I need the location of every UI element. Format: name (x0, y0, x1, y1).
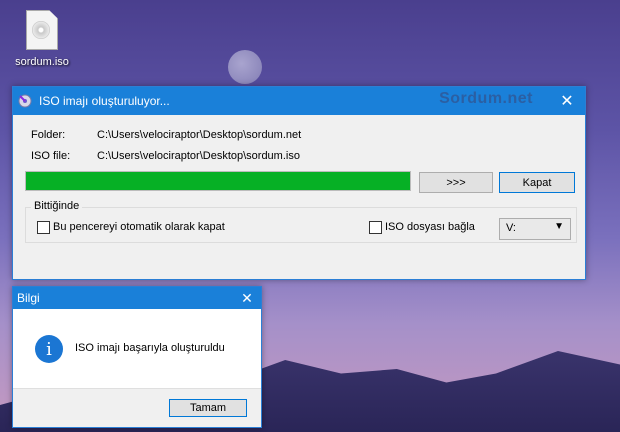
drive-select-value: V: (506, 222, 516, 234)
title-bar[interactable]: ISO imajı oluşturuluyor... Sordum.net ✕ (13, 87, 585, 115)
progress-fill (26, 172, 410, 190)
more-button[interactable]: >>> (419, 172, 493, 193)
info-icon: i (35, 335, 63, 363)
dialog-title: Bilgi (17, 291, 40, 305)
desktop-icon-label: sordum.iso (15, 56, 69, 68)
window-title: ISO imajı oluşturuluyor... (39, 94, 170, 108)
dialog-footer: Tamam (13, 388, 261, 427)
drive-select[interactable]: V: ▼ (499, 218, 571, 240)
folder-label: Folder: (31, 129, 66, 141)
group-title: Bittiğinde (31, 200, 83, 212)
info-message: ISO imajı başarıyla oluşturuldu (75, 342, 225, 354)
close-icon[interactable]: ✕ (549, 87, 585, 115)
ok-button[interactable]: Tamam (169, 399, 247, 417)
iso-file-label: ISO file: (31, 150, 71, 162)
desktop-icon-sordum-iso[interactable]: sordum.iso (12, 10, 72, 68)
iso-progress-window: ISO imajı oluşturuluyor... Sordum.net ✕ … (12, 86, 586, 280)
info-dialog: Bilgi ✕ i ISO imajı başarıyla oluşturuld… (12, 286, 262, 428)
chevron-down-icon: ▼ (554, 221, 564, 232)
auto-close-checkbox[interactable] (37, 221, 50, 234)
iso-file-icon (26, 10, 58, 50)
close-button[interactable]: Kapat (499, 172, 575, 193)
progress-bar (25, 171, 411, 191)
mount-iso-label: ISO dosyası bağla (385, 221, 475, 233)
folder-value: C:\Users\velociraptor\Desktop\sordum.net (97, 129, 302, 141)
iso-file-value: C:\Users\velociraptor\Desktop\sordum.iso (97, 150, 300, 162)
app-icon (18, 94, 32, 108)
close-icon[interactable]: ✕ (233, 287, 261, 309)
moon (228, 50, 262, 84)
dialog-title-bar[interactable]: Bilgi ✕ (13, 287, 261, 309)
mount-iso-checkbox[interactable] (369, 221, 382, 234)
brand-label: Sordum.net (439, 90, 533, 107)
auto-close-label: Bu pencereyi otomatik olarak kapat (53, 221, 225, 233)
